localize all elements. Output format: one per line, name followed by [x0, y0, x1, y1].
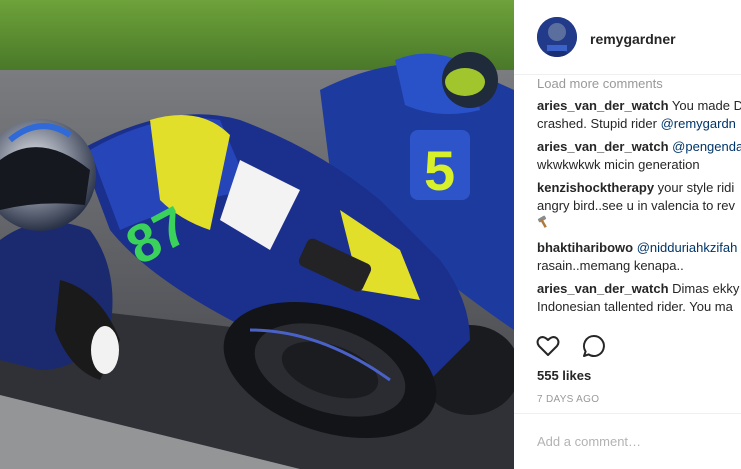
- comment-author[interactable]: bhaktiharibowo: [537, 240, 633, 255]
- comment-item: aries_van_der_watch @pengenda wkwkwkwk m…: [537, 138, 741, 174]
- comment-text: rasain..memang kenapa..: [537, 258, 684, 273]
- post-timestamp[interactable]: 7 DAYS AGO: [537, 394, 599, 405]
- comment-item: kenzishocktherapy your style ridi angry …: [537, 179, 741, 234]
- comment-mention[interactable]: @remygardn: [661, 116, 736, 131]
- bike-number-5: 5: [424, 139, 455, 202]
- comment-text: You made D: [671, 98, 741, 113]
- comment-author[interactable]: aries_van_der_watch: [537, 281, 669, 296]
- load-more-comments-link[interactable]: Load more comments: [537, 76, 741, 92]
- comment-item: bhaktiharibowo @nidduriahkzifah rasain..…: [537, 239, 741, 275]
- comments-panel: remygardner Load more comments aries_van…: [514, 0, 741, 469]
- comment-item: aries_van_der_watch Dimas ekky Indonesia…: [537, 280, 741, 316]
- comment-mention[interactable]: @pengenda: [672, 139, 741, 154]
- likes-count[interactable]: 555 likes: [537, 368, 591, 383]
- hammer-icon: [537, 215, 551, 234]
- comment-author[interactable]: kenzishocktherapy: [537, 180, 654, 195]
- comment-text: angry bird..see u in valencia to rev: [537, 198, 735, 213]
- comment-item: aries_van_der_watch You made D crashed. …: [537, 97, 741, 133]
- comment-list: Load more comments aries_van_der_watch Y…: [537, 76, 741, 316]
- comment-text: crashed. Stupid rider: [537, 116, 661, 131]
- comment-text: your style ridi: [657, 180, 735, 195]
- post-author-username[interactable]: remygardner: [590, 31, 676, 47]
- comment-author[interactable]: aries_van_der_watch: [537, 139, 669, 154]
- comment-author[interactable]: aries_van_der_watch: [537, 98, 669, 113]
- comment-text: wkwkwkwk micin generation: [537, 157, 700, 172]
- post-header: remygardner: [514, 0, 741, 75]
- comment-icon[interactable]: [580, 332, 608, 360]
- post-photo[interactable]: 5 87: [0, 0, 514, 469]
- comment-text: Indonesian tallented rider. You ma: [537, 299, 733, 314]
- add-comment-input[interactable]: [537, 434, 727, 449]
- comment-text: Dimas ekky: [672, 281, 740, 296]
- post-actions: [534, 332, 622, 362]
- heart-icon[interactable]: [534, 332, 562, 360]
- add-comment-section: [514, 413, 741, 469]
- comment-mention[interactable]: @nidduriahkzifah: [637, 240, 738, 255]
- avatar[interactable]: [537, 17, 577, 57]
